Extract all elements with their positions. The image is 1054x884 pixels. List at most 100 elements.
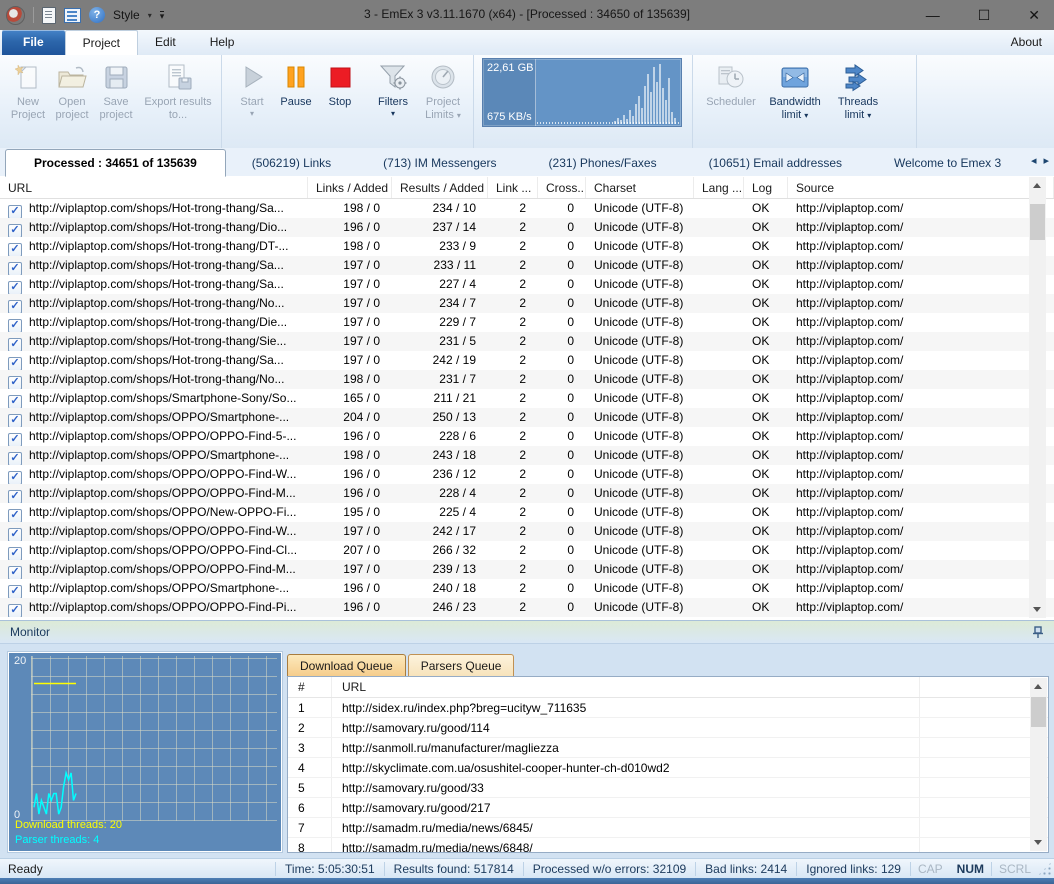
checkbox-icon[interactable]: ✓ bbox=[8, 547, 22, 560]
table-row[interactable]: ✓http://viplaptop.com/shops/OPPO/OPPO-Fi… bbox=[0, 427, 1054, 446]
list-view-icon[interactable] bbox=[64, 8, 81, 23]
project-limits-button[interactable]: Project Limits ▾ bbox=[416, 56, 470, 124]
table-row[interactable]: ✓http://viplaptop.com/shops/OPPO/Smartph… bbox=[0, 408, 1054, 427]
table-row[interactable]: ✓http://viplaptop.com/shops/Hot-trong-th… bbox=[0, 275, 1054, 294]
scroll-up-icon[interactable] bbox=[1029, 177, 1046, 194]
checkbox-icon[interactable]: ✓ bbox=[8, 281, 22, 294]
column-header-lang[interactable]: Lang ... bbox=[694, 177, 744, 198]
chevron-down-icon[interactable]: ▾ bbox=[148, 11, 152, 20]
checkbox-icon[interactable]: ✓ bbox=[8, 566, 22, 579]
queue-scrollbar[interactable] bbox=[1030, 678, 1047, 851]
menu-tab-edit[interactable]: Edit bbox=[138, 30, 193, 55]
table-row[interactable]: ✓http://viplaptop.com/shops/Hot-trong-th… bbox=[0, 237, 1054, 256]
pin-icon[interactable] bbox=[1030, 624, 1046, 640]
checkbox-icon[interactable]: ✓ bbox=[8, 452, 22, 465]
queue-row[interactable]: 2http://samovary.ru/good/114 bbox=[288, 718, 1048, 738]
checkbox-icon[interactable]: ✓ bbox=[8, 357, 22, 370]
start-button[interactable]: Start ▾ bbox=[230, 56, 274, 120]
grid-scrollbar[interactable] bbox=[1029, 177, 1046, 618]
column-header-charset[interactable]: Charset bbox=[586, 177, 694, 198]
result-tab-1[interactable]: (506219) Links bbox=[226, 150, 357, 176]
column-header-cross[interactable]: Cross... bbox=[538, 177, 586, 198]
scheduler-button[interactable]: Scheduler bbox=[701, 56, 761, 111]
table-row[interactable]: ✓http://viplaptop.com/shops/Hot-trong-th… bbox=[0, 351, 1054, 370]
checkbox-icon[interactable]: ✓ bbox=[8, 376, 22, 389]
table-row[interactable]: ✓http://viplaptop.com/shops/OPPO/OPPO-Fi… bbox=[0, 465, 1054, 484]
minimize-button[interactable]: — bbox=[926, 8, 940, 22]
checkbox-icon[interactable]: ✓ bbox=[8, 319, 22, 332]
checkbox-icon[interactable]: ✓ bbox=[8, 262, 22, 275]
checkbox-icon[interactable]: ✓ bbox=[8, 528, 22, 541]
table-row[interactable]: ✓http://viplaptop.com/shops/Hot-trong-th… bbox=[0, 313, 1054, 332]
scrollbar-thumb[interactable] bbox=[1031, 697, 1046, 727]
export-results-button[interactable]: Export results to... bbox=[138, 56, 218, 124]
pause-button[interactable]: Pause bbox=[274, 56, 318, 111]
table-row[interactable]: ✓http://viplaptop.com/shops/Hot-trong-th… bbox=[0, 332, 1054, 351]
column-header-links[interactable]: Links / Added bbox=[308, 177, 392, 198]
threads-limit-button[interactable]: Threads limit ▾ bbox=[829, 56, 887, 124]
new-project-button[interactable]: New Project bbox=[6, 56, 50, 124]
table-row[interactable]: ✓http://viplaptop.com/shops/OPPO/OPPO-Fi… bbox=[0, 598, 1054, 617]
checkbox-icon[interactable]: ✓ bbox=[8, 509, 22, 522]
about-link[interactable]: About bbox=[1011, 35, 1042, 49]
tab-parsers-queue[interactable]: Parsers Queue bbox=[408, 654, 515, 676]
report-icon[interactable] bbox=[42, 7, 56, 24]
queue-row[interactable]: 1http://sidex.ru/index.php?breg=ucityw_7… bbox=[288, 698, 1048, 718]
checkbox-icon[interactable]: ✓ bbox=[8, 604, 22, 617]
result-tab-3[interactable]: (231) Phones/Faxes bbox=[523, 150, 683, 176]
filters-button[interactable]: Filters ▾ bbox=[370, 56, 416, 120]
column-header-source[interactable]: Source bbox=[788, 177, 1054, 198]
resize-grip[interactable] bbox=[1038, 862, 1052, 876]
table-row[interactable]: ✓http://viplaptop.com/shops/Hot-trong-th… bbox=[0, 199, 1054, 218]
checkbox-icon[interactable]: ✓ bbox=[8, 338, 22, 351]
table-row[interactable]: ✓http://viplaptop.com/shops/Hot-trong-th… bbox=[0, 218, 1054, 237]
table-row[interactable]: ✓http://viplaptop.com/shops/OPPO/OPPO-Fi… bbox=[0, 560, 1054, 579]
result-tab-5[interactable]: Welcome to Emex 3 bbox=[868, 150, 1027, 176]
stop-button[interactable]: Stop bbox=[318, 56, 362, 111]
menu-tab-file[interactable]: File bbox=[2, 30, 65, 55]
table-row[interactable]: ✓http://viplaptop.com/shops/OPPO/OPPO-Fi… bbox=[0, 541, 1054, 560]
checkbox-icon[interactable]: ✓ bbox=[8, 490, 22, 503]
column-header-url[interactable]: URL bbox=[0, 177, 308, 198]
scroll-tabs-left-icon[interactable]: ◂ bbox=[1031, 154, 1037, 167]
table-row[interactable]: ✓http://viplaptop.com/shops/Smartphone-S… bbox=[0, 389, 1054, 408]
customize-toolbar-icon[interactable]: ▾ bbox=[160, 11, 165, 20]
scrollbar-thumb[interactable] bbox=[1030, 204, 1045, 240]
checkbox-icon[interactable]: ✓ bbox=[8, 205, 22, 218]
queue-row[interactable]: 4http://skyclimate.com.ua/osushitel-coop… bbox=[288, 758, 1048, 778]
checkbox-icon[interactable]: ✓ bbox=[8, 224, 22, 237]
table-row[interactable]: ✓http://viplaptop.com/shops/Hot-trong-th… bbox=[0, 294, 1054, 313]
scroll-down-icon[interactable] bbox=[1029, 601, 1046, 618]
result-tab-4[interactable]: (10651) Email addresses bbox=[683, 150, 868, 176]
menu-tab-help[interactable]: Help bbox=[193, 30, 252, 55]
menu-tab-project[interactable]: Project bbox=[65, 30, 138, 56]
checkbox-icon[interactable]: ✓ bbox=[8, 585, 22, 598]
open-project-button[interactable]: Open project bbox=[50, 56, 94, 124]
checkbox-icon[interactable]: ✓ bbox=[8, 243, 22, 256]
checkbox-icon[interactable]: ✓ bbox=[8, 471, 22, 484]
bandwidth-limit-button[interactable]: Bandwidth limit ▾ bbox=[761, 56, 829, 124]
close-button[interactable]: ✕ bbox=[1028, 8, 1040, 22]
table-row[interactable]: ✓http://viplaptop.com/shops/Hot-trong-th… bbox=[0, 370, 1054, 389]
style-menu[interactable]: Style bbox=[113, 8, 140, 22]
scroll-tabs-right-icon[interactable]: ▸ bbox=[1043, 154, 1049, 167]
queue-row[interactable]: 7http://samadm.ru/media/news/6845/ bbox=[288, 818, 1048, 838]
column-header-results[interactable]: Results / Added bbox=[392, 177, 488, 198]
table-row[interactable]: ✓http://viplaptop.com/shops/OPPO/Smartph… bbox=[0, 446, 1054, 465]
queue-row[interactable]: 8http://samadm.ru/media/news/6848/ bbox=[288, 838, 1048, 853]
table-row[interactable]: ✓http://viplaptop.com/shops/OPPO/Smartph… bbox=[0, 579, 1054, 598]
checkbox-icon[interactable]: ✓ bbox=[8, 395, 22, 408]
table-row[interactable]: ✓http://viplaptop.com/shops/Hot-trong-th… bbox=[0, 256, 1054, 275]
scroll-down-icon[interactable] bbox=[1030, 834, 1047, 851]
table-row[interactable]: ✓http://viplaptop.com/shops/OPPO/OPPO-Fi… bbox=[0, 484, 1054, 503]
maximize-button[interactable]: ☐ bbox=[978, 8, 991, 22]
column-header-link[interactable]: Link ... bbox=[488, 177, 538, 198]
result-tab-2[interactable]: (713) IM Messengers bbox=[357, 150, 522, 176]
result-tab-0[interactable]: Processed : 34651 of 135639 bbox=[5, 149, 226, 177]
checkbox-icon[interactable]: ✓ bbox=[8, 414, 22, 427]
tab-download-queue[interactable]: Download Queue bbox=[287, 654, 406, 676]
table-row[interactable]: ✓http://viplaptop.com/shops/OPPO/New-OPP… bbox=[0, 503, 1054, 522]
queue-row[interactable]: 5http://samovary.ru/good/33 bbox=[288, 778, 1048, 798]
help-icon[interactable]: ? bbox=[89, 7, 105, 23]
save-project-button[interactable]: Save project bbox=[94, 56, 138, 124]
